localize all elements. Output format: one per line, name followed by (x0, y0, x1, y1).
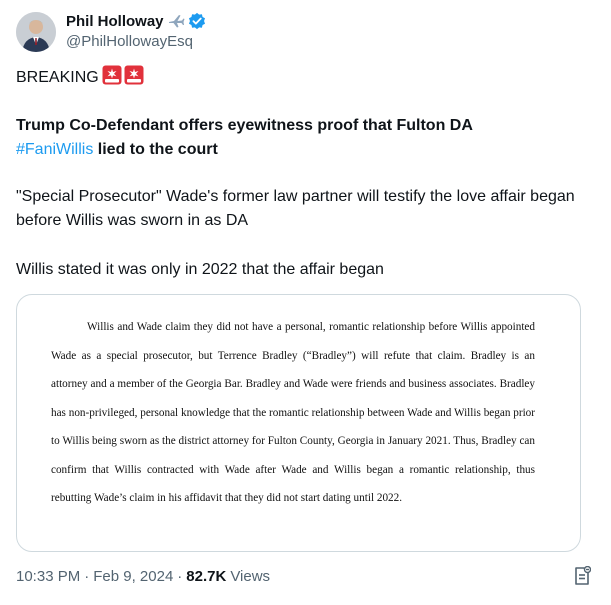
tweet-card: Phil Holloway @PhilHollowayEsq BREAKING (0, 0, 611, 605)
document-excerpt: Willis and Wade claim they did not have … (51, 313, 535, 513)
tweet-paragraph-2: "Special Prosecutor" Wade's former law p… (16, 188, 575, 229)
author-name[interactable]: Phil Holloway (66, 13, 164, 30)
tweet-headline: Trump Co-Defendant offers eyewitness pro… (16, 114, 591, 162)
airplane-icon (167, 13, 185, 29)
views-count: 82.7K (186, 568, 227, 585)
rotating-light-icon (102, 65, 122, 85)
document-text: Willis and Wade claim they did not have … (51, 321, 535, 504)
tweet-line-breaking: BREAKING (16, 65, 144, 90)
breaking-label: BREAKING (16, 69, 99, 86)
author-name-row: Phil Holloway (66, 12, 206, 30)
tweet-meta: 10:33 PM · Feb 9, 2024 · 82.7K Views (16, 568, 270, 585)
tweet-paragraph-3: Willis stated it was only in 2022 that t… (16, 261, 384, 278)
headline-part1: Trump Co-Defendant offers eyewitness pro… (16, 117, 473, 134)
tweet-date[interactable]: Feb 9, 2024 (93, 568, 173, 585)
author-handle[interactable]: @PhilHollowayEsq (66, 33, 193, 50)
media-image[interactable]: Willis and Wade claim they did not have … (16, 294, 581, 552)
notes-menu-icon[interactable] (573, 566, 591, 586)
meta-separator: · (84, 568, 90, 585)
hashtag-link[interactable]: #FaniWillis (16, 141, 93, 158)
avatar[interactable] (16, 12, 56, 52)
views-label: Views (230, 568, 271, 585)
verified-badge-icon[interactable] (188, 12, 206, 30)
meta-separator: · (177, 568, 183, 585)
headline-part2: lied to the court (93, 141, 218, 158)
rotating-light-icon (124, 65, 144, 85)
tweet-time[interactable]: 10:33 PM (16, 568, 80, 585)
